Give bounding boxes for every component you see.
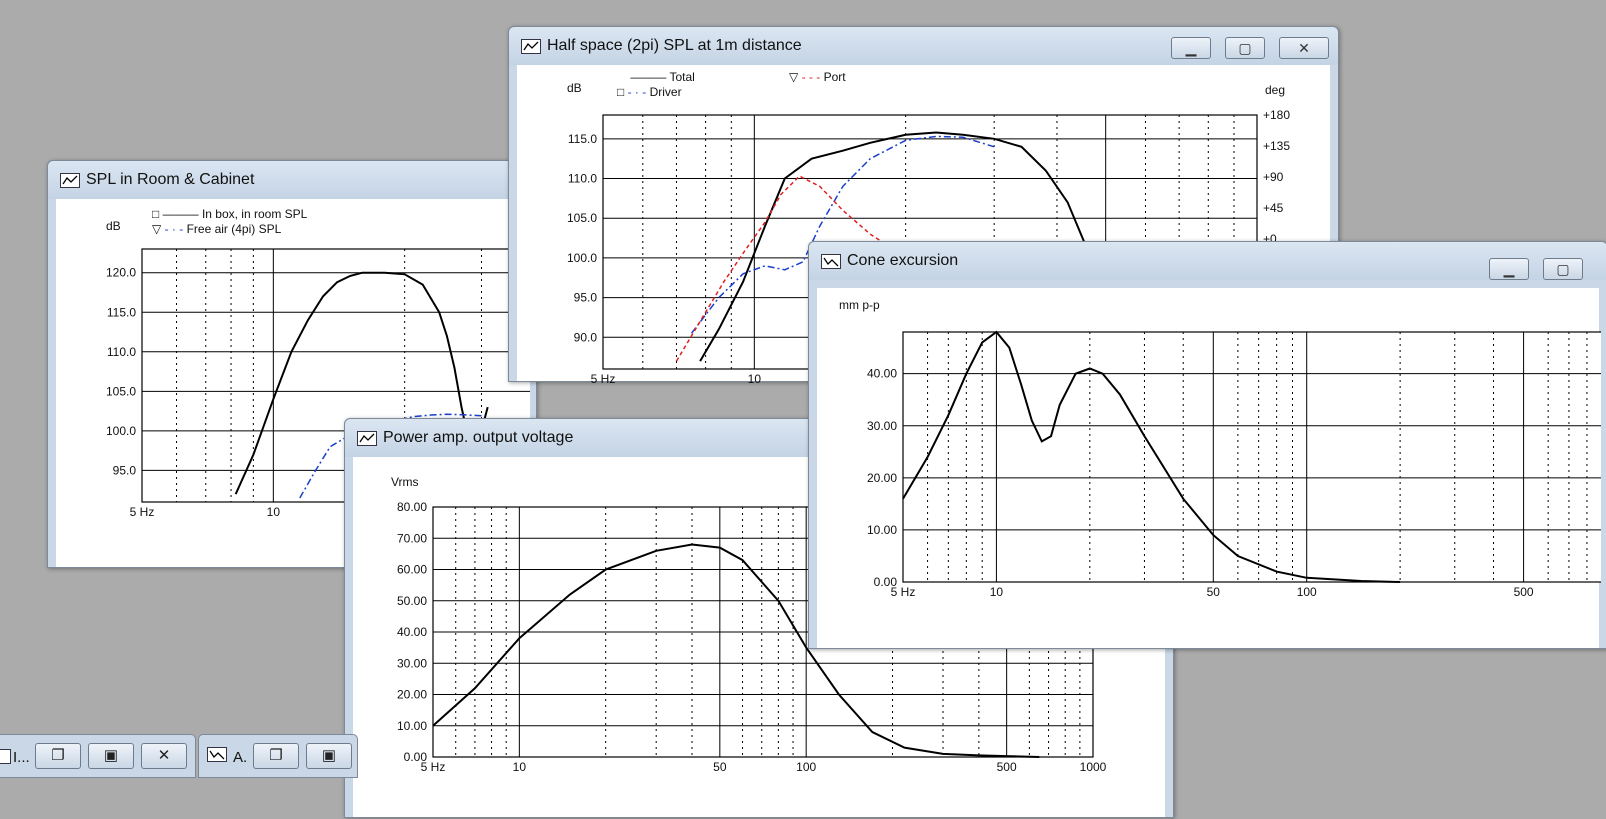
half-space-titlebar[interactable]: Half space (2pi) SPL at 1m distance ▁ ▢ … [509,27,1338,65]
y-tick-label: 100.0 [106,424,136,438]
y-tick-label: 120.0 [106,266,136,280]
close-button[interactable]: ✕ [141,743,187,769]
plot-frame [902,331,1601,583]
y-tick-label: 40.00 [867,367,897,381]
half-space-title: Half space (2pi) SPL at 1m distance [547,37,802,54]
close-button[interactable]: ✕ [1279,37,1329,59]
chart-icon [60,173,80,188]
y-tick-label: 110.0 [568,172,597,186]
power-amp-title: Power amp. output voltage [383,429,574,446]
y-tick-label: 20.00 [867,471,897,485]
x-tick-label: 5 Hz [891,585,916,599]
minimized-window-label: I... [13,749,30,766]
x-tick-label: 500 [1514,585,1534,599]
maximize-icon: ▢ [1556,261,1570,277]
minimize-icon: ▁ [1185,40,1197,56]
x-tick-label: 5 Hz [130,505,155,519]
minimized-window-1[interactable]: I... ❐ ▣ ✕ [0,734,196,778]
y-tick-label: 95.0 [574,291,598,305]
x-tick-label: 100 [796,760,816,774]
y-tick-label: 115.0 [568,132,597,146]
restore-icon: ❐ [269,747,283,764]
y-tick-label: 40.00 [397,625,427,639]
restore-icon: ❐ [51,747,65,764]
x-tick-label: 50 [713,760,727,774]
y2-tick-label: +45 [1263,201,1284,215]
maximize-icon: ▣ [103,747,119,764]
x-tick-label: 5 Hz [591,372,616,383]
minimize-button[interactable]: ▁ [1171,37,1211,59]
y2-tick-label: +90 [1263,170,1284,184]
maximize-button[interactable]: ▢ [1225,37,1265,59]
y-tick-label: 105.0 [106,384,136,398]
cone-excursion-window[interactable]: Cone excursion ▁ ▢ mm p-p 40.00 30.00 20.0… [808,241,1606,649]
x-tick-label: 500 [997,760,1017,774]
spl-room-title: SPL in Room & Cabinet [86,171,255,188]
y2-tick-label: +135 [1263,139,1290,153]
y-tick-label: 100.0 [567,251,597,265]
chart-icon [0,749,11,764]
x-tick-label: 5 Hz [421,760,446,774]
y-tick-label: 60.00 [397,563,427,577]
maximize-button[interactable]: ▣ [306,743,352,769]
close-icon: ✕ [157,747,171,764]
y2-tick-label: +180 [1263,108,1290,122]
y-tick-label: 30.00 [867,419,897,433]
x-tick-label: 50 [1207,585,1221,599]
y-tick-label: 110.0 [107,345,136,359]
maximize-icon: ▣ [321,747,337,764]
cone-excursion-chart: 40.0030.0020.0010.000.005 Hz105010050010… [867,330,1601,599]
maximize-icon: ▢ [1238,40,1252,56]
cone-excursion-client: mm p-p 40.00 30.00 20.00 10.00 0.00 5 Hz 10 50 1… [817,288,1601,648]
x-tick-label: 10 [513,760,527,774]
restore-button[interactable]: ❐ [35,743,81,769]
y-tick-label: 95.0 [113,463,137,477]
minimize-button[interactable]: ▁ [1489,258,1529,280]
x-tick-label: 1000 [1080,760,1107,774]
y-tick-label: 10.00 [867,523,897,537]
y-tick-label: 90.0 [574,330,598,344]
y-tick-label: 70.00 [397,531,427,545]
y-tick-label: 50.00 [397,594,427,608]
minimized-window-label: A. [233,749,248,766]
x-tick-label: 10 [267,505,281,519]
x-tick-label: 10 [990,585,1004,599]
x-tick-label: 100 [1297,585,1317,599]
y-tick-label: 115.0 [107,305,136,319]
cone-excursion-titlebar[interactable]: Cone excursion ▁ ▢ [809,242,1606,280]
y-tick-label: 105.0 [567,211,597,225]
chart-icon [357,431,377,446]
minimize-icon: ▁ [1503,261,1515,277]
maximize-button[interactable]: ▣ [88,743,134,769]
x-tick-label: 10 [748,372,762,383]
y-tick-label: 10.00 [397,719,427,733]
chart-icon [207,747,227,762]
close-icon: ✕ [1298,40,1310,56]
y-tick-label: 80.00 [397,500,427,514]
chart-icon [821,254,841,269]
cone-excursion-title: Cone excursion [847,252,959,269]
spl-room-titlebar[interactable]: SPL in Room & Cabinet [48,161,536,199]
y-tick-label: 30.00 [397,656,427,670]
maximize-button[interactable]: ▢ [1543,258,1583,280]
y-tick-label: 20.00 [397,688,427,702]
minimized-window-2[interactable]: A. ❐ ▣ [198,734,358,778]
restore-button[interactable]: ❐ [253,743,299,769]
chart-icon [521,39,541,54]
